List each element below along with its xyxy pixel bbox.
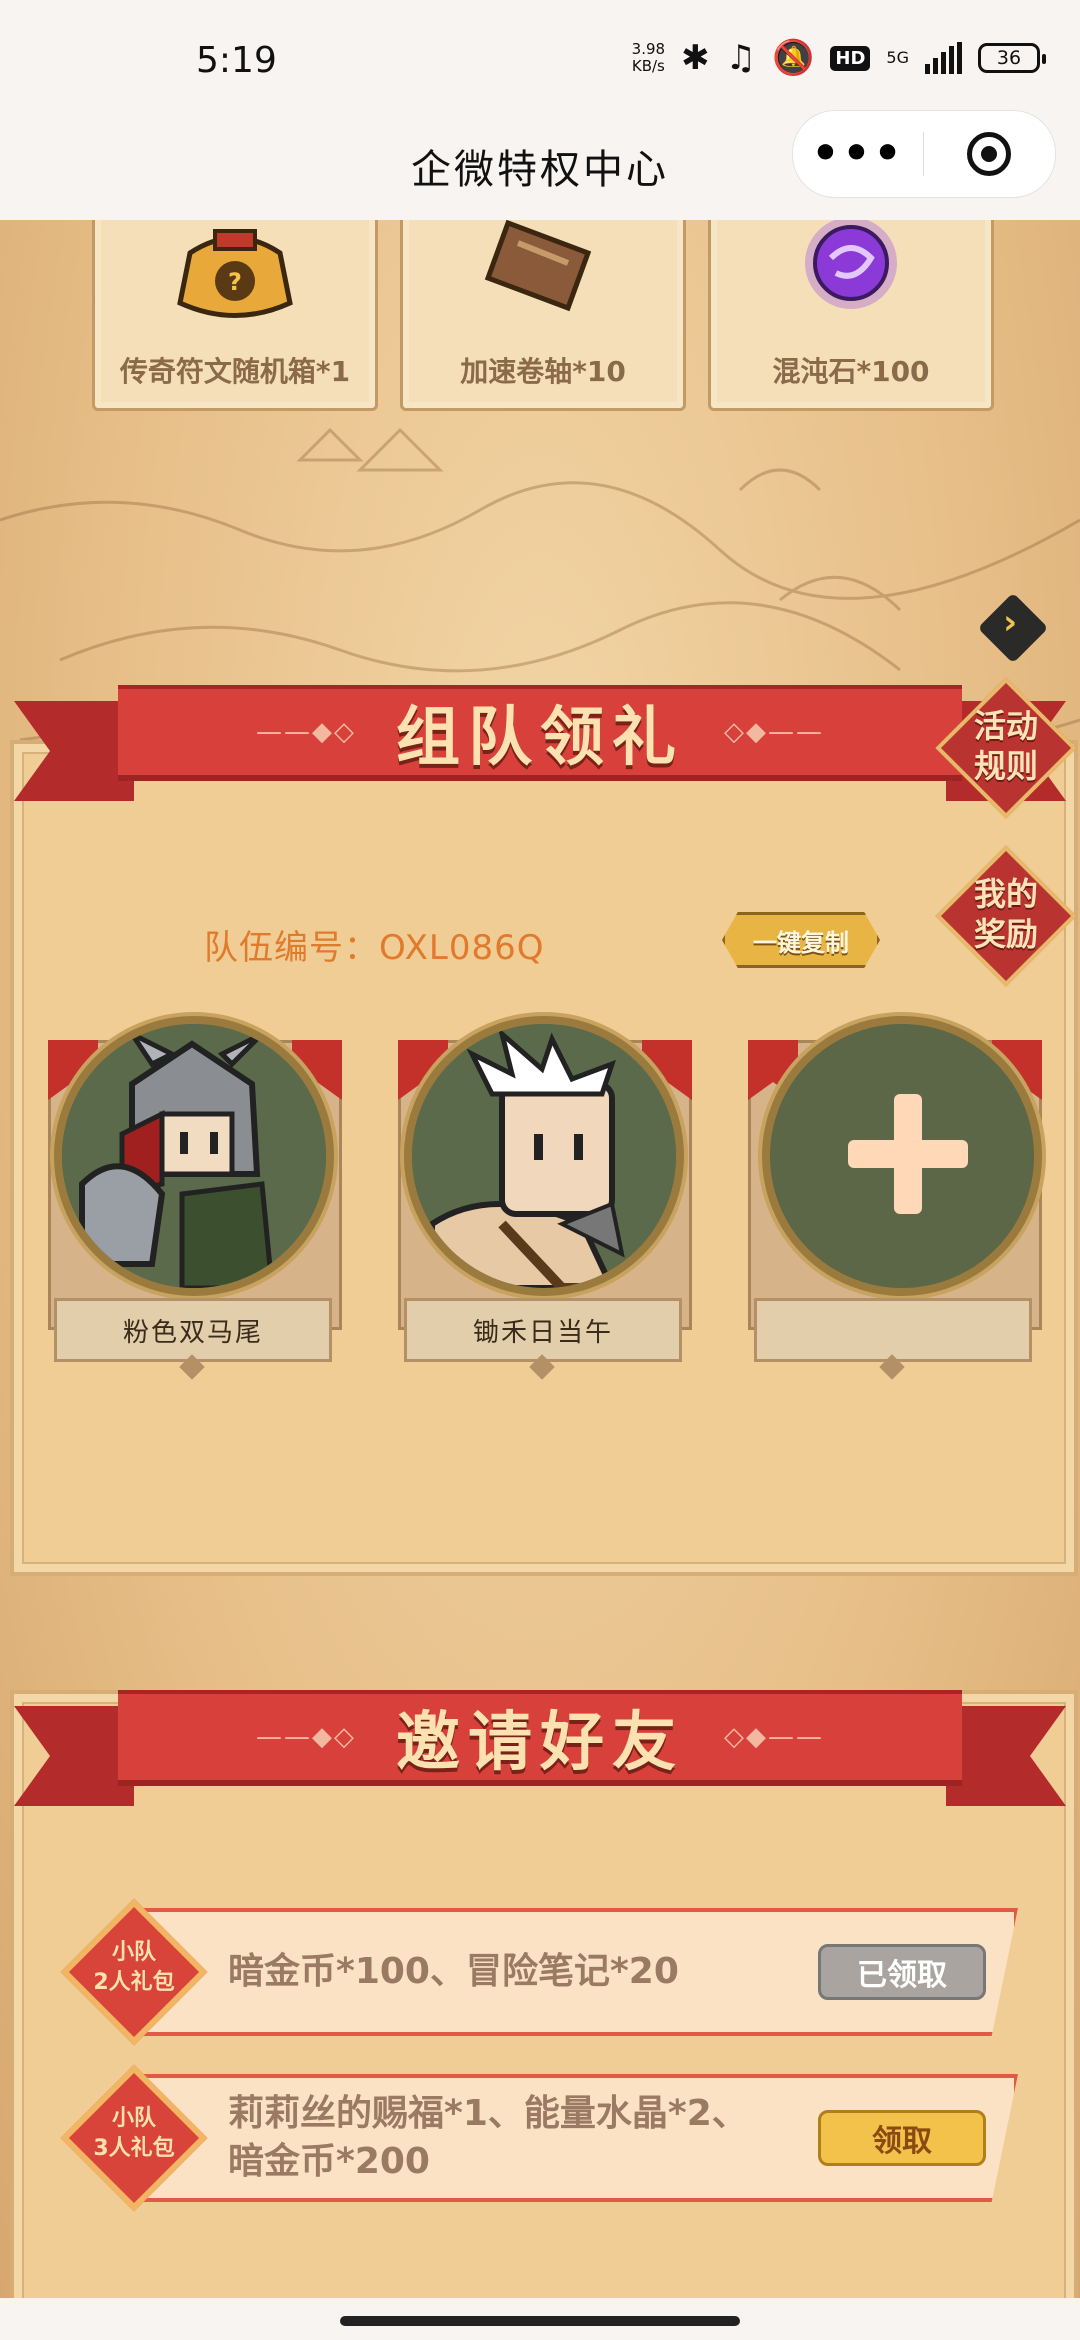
member-name: 粉色双马尾 xyxy=(54,1298,332,1362)
status-bar: 5:19 3.98 KB/s ✱ ♫ 🔕 HD 5G 36 xyxy=(0,0,1080,120)
ribbon-deco-icon: ——◆◇ xyxy=(256,717,356,747)
member-name: 锄禾日当午 xyxy=(404,1298,682,1362)
scroll-icon xyxy=(403,220,683,323)
rules-button[interactable]: 活动 规则 xyxy=(935,677,1077,819)
headphones-icon: ♫ xyxy=(725,38,757,78)
add-member-slot[interactable] xyxy=(748,1016,1042,1380)
team-member-slot[interactable]: 锄禾日当午 xyxy=(398,1016,692,1380)
add-member-plus-icon xyxy=(848,1094,968,1214)
section-title: 邀请好友 xyxy=(396,1706,684,1780)
status-time: 5:19 xyxy=(196,40,277,81)
home-indicator[interactable] xyxy=(340,2316,740,2326)
reward-text: 莉莉丝的赐福*1、能量水晶*2、 暗金币*200 xyxy=(228,2093,748,2182)
claimed-button: 已领取 xyxy=(818,1944,986,2000)
reward-label: 混沌石*100 xyxy=(772,355,930,388)
knight-avatar xyxy=(54,1016,334,1296)
my-rewards-button[interactable]: 我的 奖励 xyxy=(935,845,1077,987)
close-miniapp-button[interactable] xyxy=(924,132,1054,176)
reward-card-scroll: 加速卷轴*10 xyxy=(400,220,686,411)
invite-ribbon: ——◆◇ 邀请好友 ◇◆—— xyxy=(14,1690,1066,1806)
rune-bag-icon: ? xyxy=(95,220,375,323)
claim-button[interactable]: 领取 xyxy=(818,2110,986,2166)
add-member-button[interactable] xyxy=(762,1016,1042,1296)
team-gift-badge: 小队 3人礼包 xyxy=(60,2064,208,2212)
hd-icon: HD xyxy=(830,45,871,71)
miniapp-capsule: ••• xyxy=(792,110,1056,198)
bluetooth-icon: ✱ xyxy=(681,38,710,78)
white-hair-avatar xyxy=(404,1016,684,1296)
chevron-right-icon: › xyxy=(1003,602,1018,643)
reward-label: 加速卷轴*10 xyxy=(460,355,626,388)
reward-card-chaos-stone: 混沌石*100 xyxy=(708,220,994,411)
ribbon-deco-icon: ——◆◇ xyxy=(256,1722,356,1752)
game-page[interactable]: ? 传奇符文随机箱*1 加速卷轴*10 混沌石*100 › ——◆◇ 组队领礼 … xyxy=(0,220,1080,2298)
reward-text: 暗金币*100、冒险笔记*20 xyxy=(228,1951,679,1992)
target-icon xyxy=(967,132,1011,176)
signal-icon xyxy=(925,42,962,74)
net-speed: 3.98 KB/s xyxy=(631,40,666,75)
status-icons: 3.98 KB/s ✱ ♫ 🔕 HD 5G 36 xyxy=(631,38,1046,78)
more-menu-button[interactable]: ••• xyxy=(793,111,923,197)
svg-text:?: ? xyxy=(228,268,242,296)
network-type: 5G xyxy=(886,48,909,67)
gesture-bar xyxy=(0,2298,1080,2340)
ribbon-deco-icon: ◇◆—— xyxy=(724,1722,824,1752)
team-id: 队伍编号：OXL086Q xyxy=(204,928,545,968)
ribbon-deco-icon: ◇◆—— xyxy=(724,717,824,747)
copy-team-id-button[interactable]: 一键复制 xyxy=(722,912,880,968)
team-member-slot[interactable]: 粉色双马尾 xyxy=(48,1016,342,1380)
reward-card-rune-box: ? 传奇符文随机箱*1 xyxy=(92,220,378,411)
reward-label: 传奇符文随机箱*1 xyxy=(119,355,351,388)
member-name xyxy=(754,1298,1032,1362)
section-title: 组队领礼 xyxy=(396,701,684,775)
chaos-stone-icon xyxy=(711,220,991,323)
team-gift-badge: 小队 2人礼包 xyxy=(60,1898,208,2046)
mute-icon: 🔕 xyxy=(772,38,815,78)
battery-icon: 36 xyxy=(978,43,1046,73)
team-ribbon: ——◆◇ 组队领礼 ◇◆—— xyxy=(14,685,1066,801)
